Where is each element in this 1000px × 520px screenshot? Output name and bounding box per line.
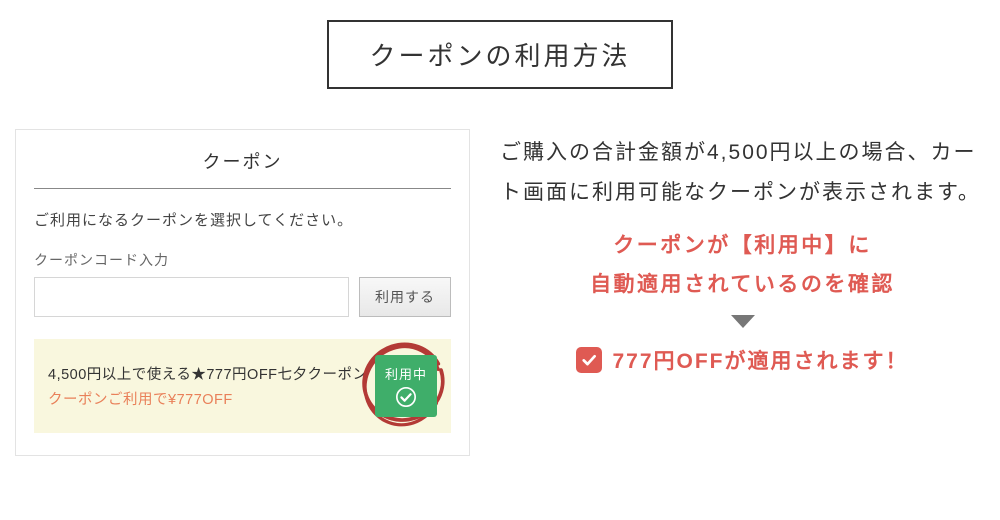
confirm-row: 777円OFFが適用されます！	[500, 345, 985, 375]
coupon-desc: クーポンご利用で¥777OFF	[48, 388, 375, 409]
badge-label: 利用中	[385, 364, 427, 383]
highlight-text: クーポンが【利用中】に 自動適用されているのを確認	[500, 227, 985, 305]
chevron-down-icon	[730, 314, 756, 330]
panel-instruction: ご利用になるクーポンを選択してください。	[34, 209, 451, 230]
page-title: クーポンの利用方法	[327, 20, 672, 89]
explain-column: ご購入の合計金額が4,500円以上の場合、カート画面に利用可能なクーポンが表示さ…	[500, 129, 985, 375]
explain-body: ご購入の合計金額が4,500円以上の場合、カート画面に利用可能なクーポンが表示さ…	[500, 133, 985, 213]
checkbox-icon	[576, 347, 602, 373]
panel-heading: クーポン	[34, 148, 451, 189]
coupon-title: 4,500円以上で使える★777円OFF七夕クーポン	[48, 363, 375, 384]
confirm-text: 777円OFFが適用されます！	[612, 345, 908, 375]
coupon-item[interactable]: 4,500円以上で使える★777円OFF七夕クーポン クーポンご利用で¥777O…	[34, 339, 451, 433]
code-label: クーポンコード入力	[34, 250, 451, 270]
coupon-panel: クーポン ご利用になるクーポンを選択してください。 クーポンコード入力 利用する…	[15, 129, 470, 456]
apply-button[interactable]: 利用する	[359, 277, 451, 317]
highlight-line-2: 自動適用されているのを確認	[500, 266, 985, 305]
checkmark-circle-icon	[395, 386, 417, 408]
highlight-line-1: クーポンが【利用中】に	[500, 227, 985, 266]
coupon-code-input[interactable]	[34, 277, 349, 317]
applied-badge: 利用中	[375, 355, 437, 417]
